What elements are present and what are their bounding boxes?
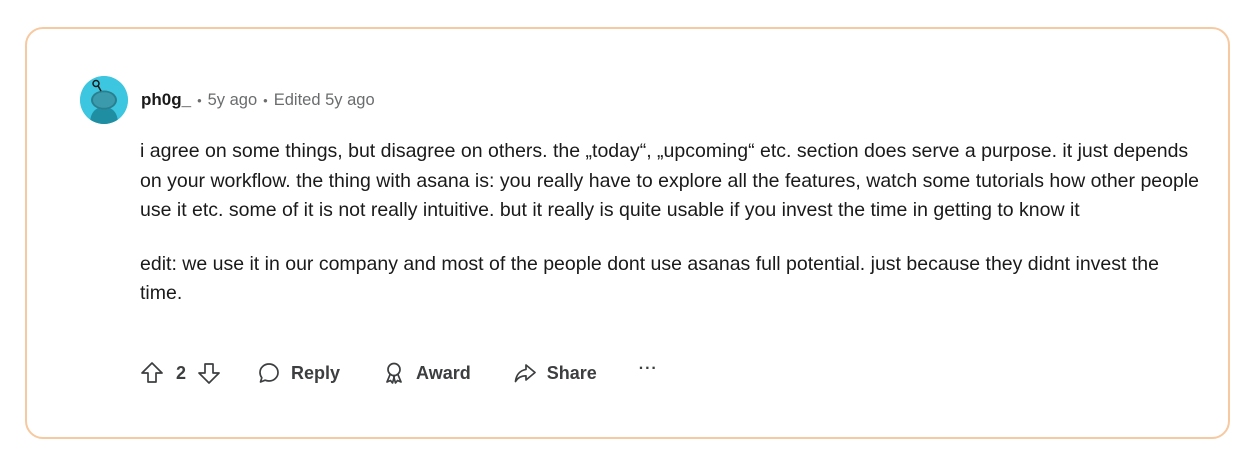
more-options-button[interactable]: ··· <box>639 360 658 378</box>
edited-label: Edited 5y ago <box>273 90 375 109</box>
share-arrow-icon <box>513 361 537 385</box>
comment-actions-bar: 2 Reply Award Share ··· <box>140 357 658 389</box>
award-button[interactable]: Award <box>382 361 471 385</box>
meta-separator: • <box>263 92 268 108</box>
share-button[interactable]: Share <box>513 361 597 385</box>
comment-paragraph: i agree on some things, but disagree on … <box>140 140 1199 221</box>
snoo-avatar-icon[interactable] <box>80 76 128 124</box>
username-link[interactable]: ph0g_ <box>141 90 191 110</box>
meta-separator: • <box>197 92 202 108</box>
share-label: Share <box>546 362 597 383</box>
award-ribbon-icon <box>382 361 406 385</box>
comment-paragraph: edit: we use it in our company and most … <box>140 252 1159 305</box>
downvote-arrow-icon[interactable] <box>197 361 221 385</box>
comment-body: i agree on some things, but disagree on … <box>140 137 1200 333</box>
comment-age[interactable]: 5y ago <box>208 91 258 110</box>
comment-header: ph0g_ • 5y ago • Edited 5y ago <box>80 76 375 124</box>
reply-label: Reply <box>291 362 341 383</box>
reply-button[interactable]: Reply <box>257 361 340 385</box>
speech-bubble-icon <box>257 361 281 385</box>
vote-count: 2 <box>176 362 187 383</box>
comment-meta: ph0g_ • 5y ago • Edited 5y ago <box>141 90 375 110</box>
upvote-arrow-icon[interactable] <box>140 361 164 385</box>
award-label: Award <box>416 362 471 383</box>
